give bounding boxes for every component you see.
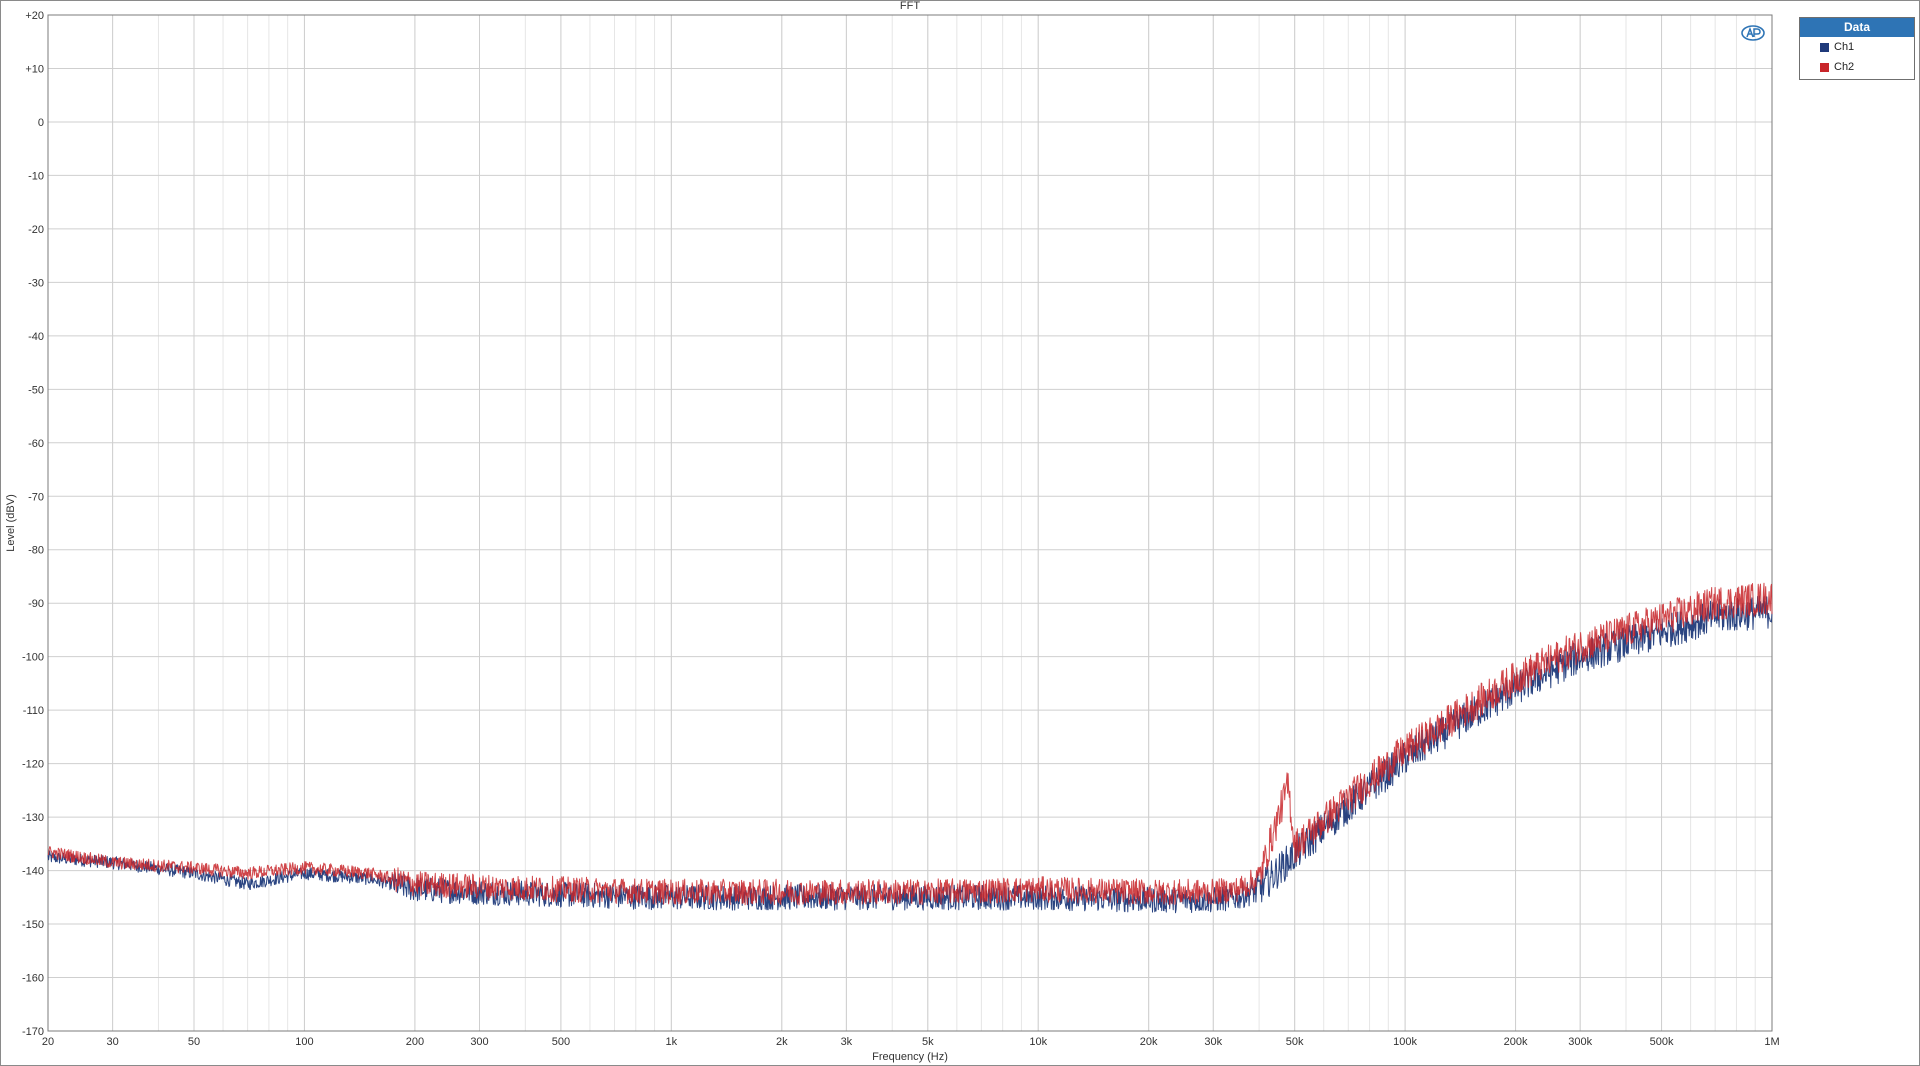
y-tick-label: -160 <box>22 973 44 985</box>
legend-item-ch2[interactable]: Ch2 <box>1800 57 1914 77</box>
x-tick-label: 5k <box>922 1036 934 1048</box>
legend-swatch-ch2 <box>1820 63 1829 72</box>
x-tick-label: 2k <box>776 1036 788 1048</box>
x-tick-label: 30 <box>106 1036 118 1048</box>
legend-title: Data <box>1800 18 1914 37</box>
x-tick-label: 200 <box>406 1036 424 1048</box>
y-tick-label: -140 <box>22 866 44 878</box>
x-tick-label: 100k <box>1393 1036 1417 1048</box>
x-tick-label: 500k <box>1650 1036 1674 1048</box>
y-tick-label: -120 <box>22 759 44 771</box>
x-tick-label: 100 <box>295 1036 313 1048</box>
x-tick-label: 20k <box>1140 1036 1158 1048</box>
legend-item-ch1[interactable]: Ch1 <box>1800 37 1914 57</box>
y-tick-label: -60 <box>28 438 44 450</box>
x-tick-label: 10k <box>1029 1036 1047 1048</box>
y-tick-label: -20 <box>28 224 44 236</box>
y-tick-label: +10 <box>25 63 44 75</box>
x-tick-label: 200k <box>1504 1036 1528 1048</box>
fft-chart: 20 30 50 100 200 300 500 1k 2k 3k 5k 10k 20k 30k 50k 10… <box>5 10 1780 1063</box>
x-tick-label: 50k <box>1286 1036 1304 1048</box>
legend-label-ch1: Ch1 <box>1834 41 1855 53</box>
y-tick-label: -150 <box>22 919 44 931</box>
y-tick-label: -100 <box>22 652 44 664</box>
y-tick-label: -50 <box>28 384 44 396</box>
x-tick-label: 3k <box>841 1036 853 1048</box>
legend-label-ch2: Ch2 <box>1834 61 1855 73</box>
y-tick-label: 0 <box>38 117 44 129</box>
y-axis-label: Level (dBV) <box>5 494 17 551</box>
y-tick-label: +20 <box>25 10 44 22</box>
legend-swatch-ch1 <box>1820 43 1829 52</box>
y-tick-label: -90 <box>28 598 44 610</box>
y-tick-label: -110 <box>23 705 44 717</box>
x-tick-label: 500 <box>552 1036 570 1048</box>
y-tick-label: -130 <box>22 812 44 824</box>
y-tick-label: -10 <box>28 170 44 182</box>
y-tick-label: -70 <box>28 491 44 503</box>
y-tick-label: -30 <box>28 277 44 289</box>
series-line-ch2 <box>47 582 1773 906</box>
legend: Data Ch1 Ch2 <box>1799 17 1915 80</box>
x-tick-label: 30k <box>1204 1036 1222 1048</box>
y-tick-label: -170 <box>22 1026 44 1038</box>
y-tick-label: -40 <box>28 331 44 343</box>
x-tick-label: 1k <box>666 1036 678 1048</box>
x-tick-label: 50 <box>188 1036 200 1048</box>
x-tick-label: 1M <box>1764 1036 1779 1048</box>
y-tick-label: -80 <box>28 545 44 557</box>
x-tick-label: 300 <box>470 1036 488 1048</box>
x-tick-label: 300k <box>1568 1036 1592 1048</box>
ap-logo-icon <box>1741 25 1765 41</box>
x-axis-label: Frequency (Hz) <box>872 1051 948 1063</box>
